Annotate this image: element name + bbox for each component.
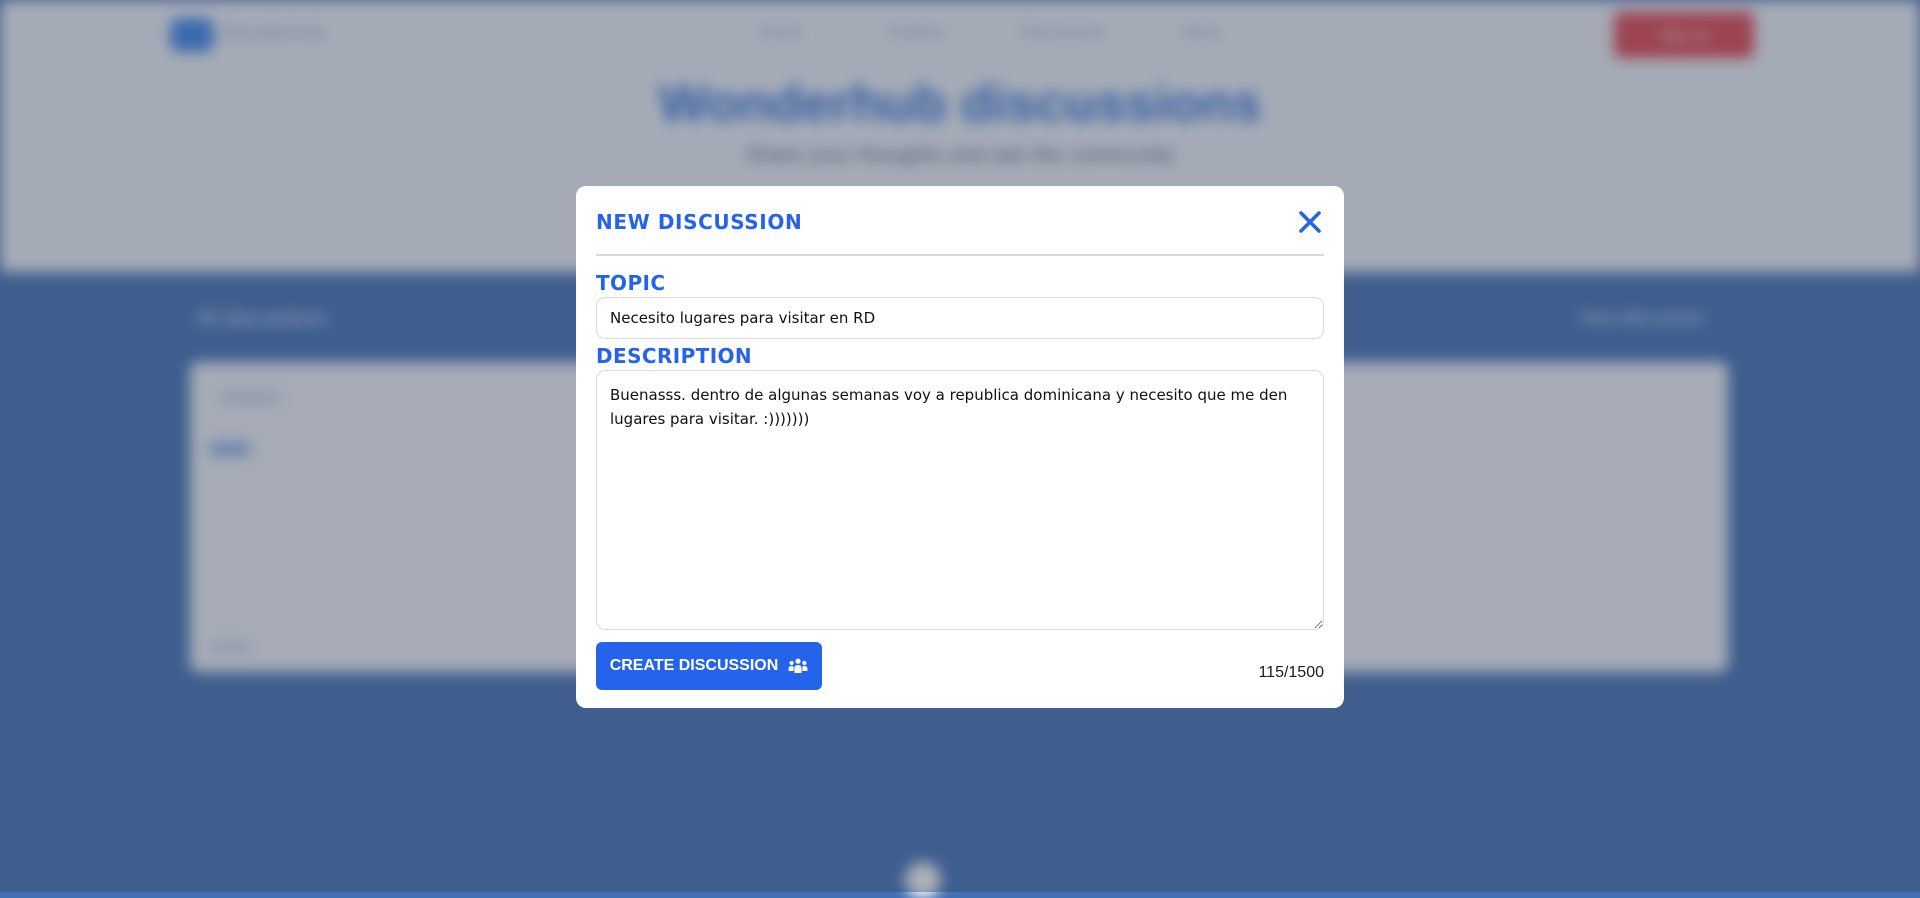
modal-title: NEW DISCUSSION bbox=[596, 210, 803, 234]
users-icon bbox=[788, 658, 808, 673]
create-discussion-button[interactable]: CREATE DISCUSSION bbox=[596, 642, 822, 690]
description-textarea[interactable]: Buenasss. dentro de algunas semanas voy … bbox=[596, 370, 1324, 630]
new-discussion-modal: NEW DISCUSSION TOPIC DESCRIPTION Buenass… bbox=[576, 186, 1344, 708]
close-icon bbox=[1299, 211, 1321, 233]
character-counter: 115/1500 bbox=[1258, 664, 1324, 681]
modal-header: NEW DISCUSSION bbox=[596, 186, 1324, 256]
topic-input[interactable] bbox=[596, 297, 1324, 339]
description-label: DESCRIPTION bbox=[596, 344, 753, 368]
create-discussion-label: CREATE DISCUSSION bbox=[609, 657, 779, 674]
topic-label: TOPIC bbox=[596, 271, 666, 295]
close-button[interactable] bbox=[1296, 208, 1324, 236]
modal-footer: CREATE DISCUSSION 115/1500 bbox=[596, 642, 1324, 690]
